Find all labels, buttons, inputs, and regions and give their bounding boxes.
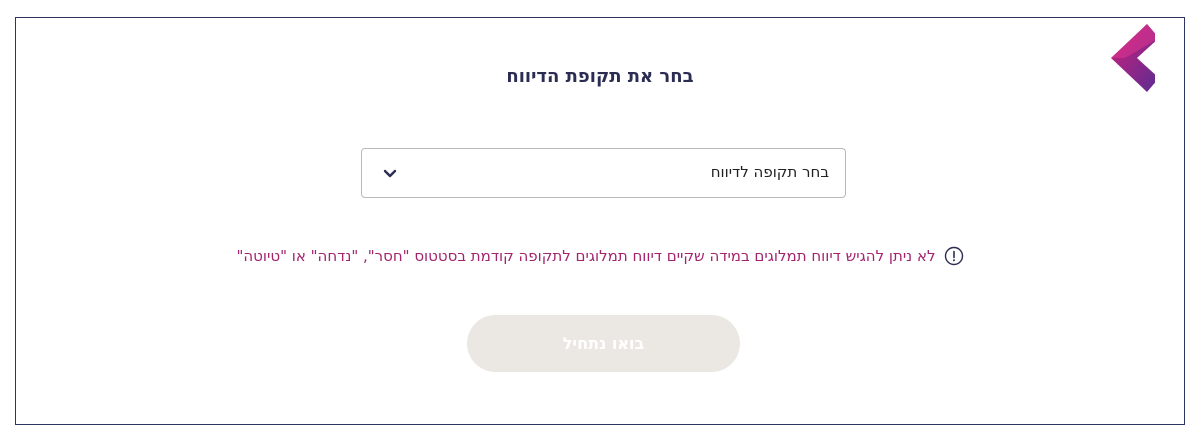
page-title: בחר את תקופת הדיווח (506, 66, 694, 87)
report-period-select[interactable]: בחר תקופה לדיווח (361, 148, 846, 198)
period-select-value: בחר תקופה לדיווח (710, 163, 829, 181)
warning-message: לא ניתן להגיש דיווח תמלוגים במידה שקיים … (0, 246, 1200, 266)
chevron-down-icon (382, 166, 398, 182)
exclamation-circle-icon (944, 246, 964, 266)
warning-text: לא ניתן להגיש דיווח תמלוגים במידה שקיים … (236, 247, 936, 265)
brand-logo-icon (1095, 20, 1159, 100)
start-button[interactable]: בואו נתחיל (467, 315, 740, 372)
